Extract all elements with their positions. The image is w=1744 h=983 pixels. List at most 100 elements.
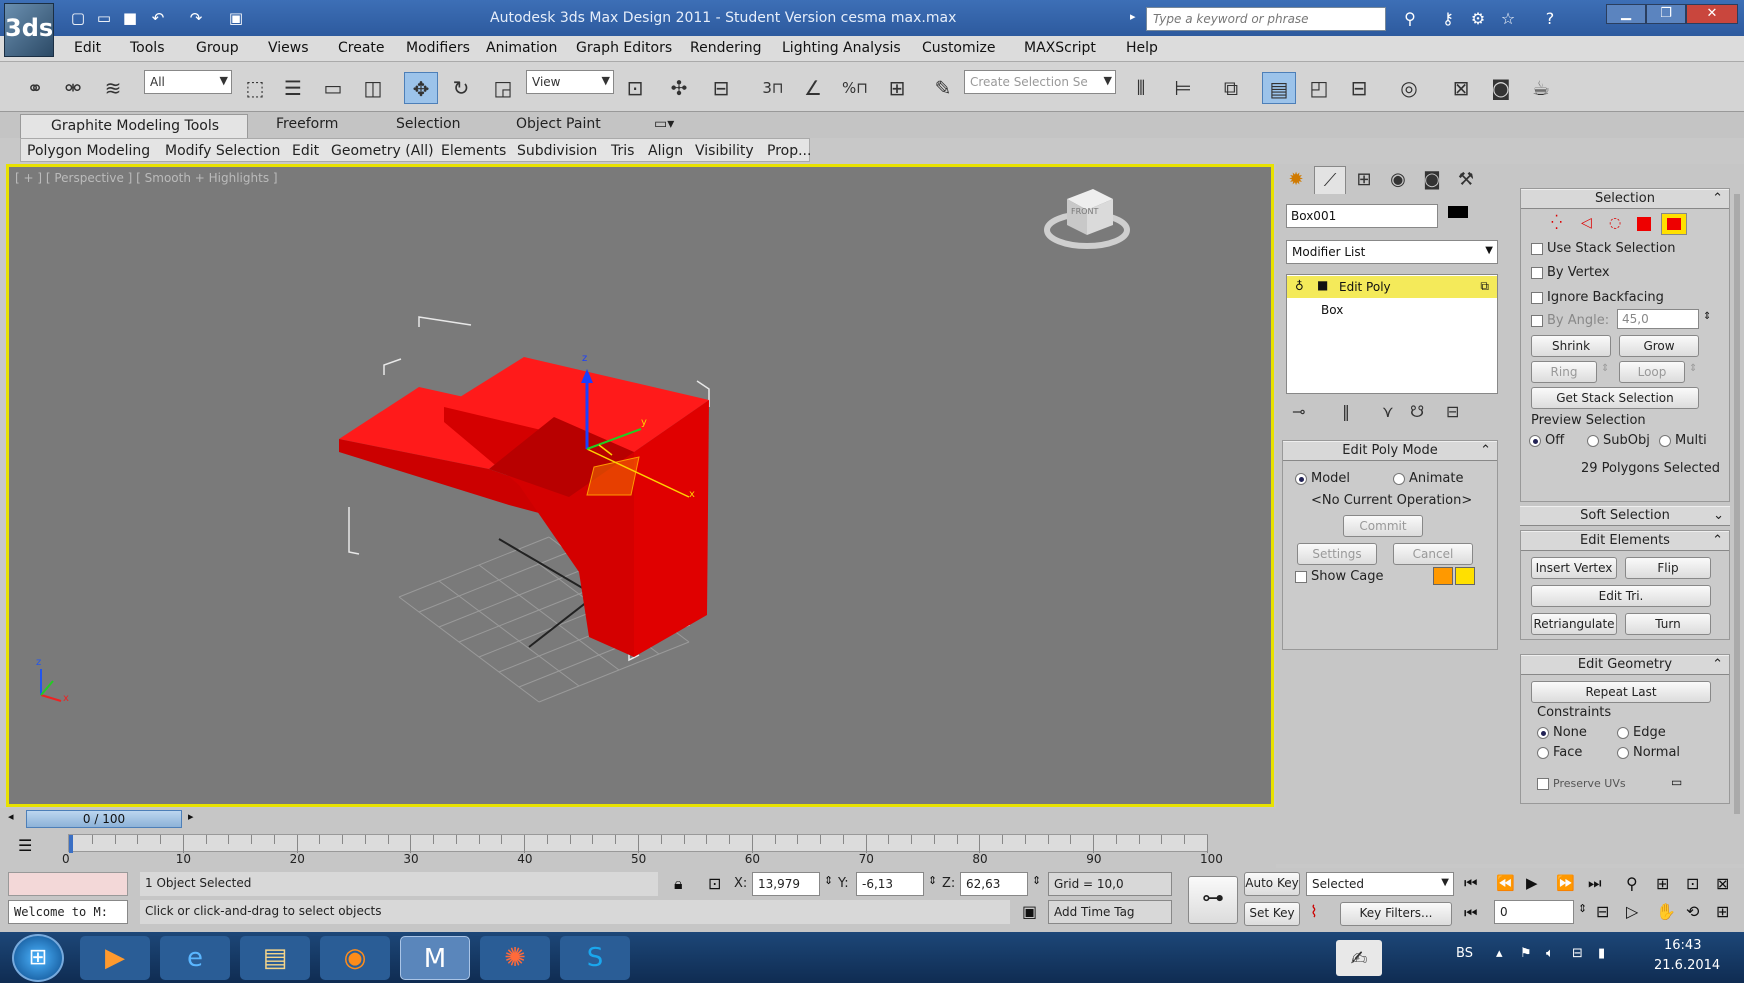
constraint-none-radio[interactable]: None xyxy=(1537,725,1587,740)
time-slider-right-arrow[interactable]: ▸ xyxy=(188,810,194,823)
loop-spinner-icon[interactable]: ⇕ xyxy=(1689,363,1697,374)
menu-views[interactable]: Views xyxy=(268,40,309,56)
key-mode-dropdown[interactable]: Selected ▼ xyxy=(1306,872,1454,896)
undo-icon[interactable]: ↶ xyxy=(146,7,170,29)
material-editor-icon[interactable]: ◎ xyxy=(1392,72,1426,104)
tab-graphite-modeling-tools[interactable]: Graphite Modeling Tools xyxy=(20,114,248,138)
project-folder-icon[interactable]: ▣ xyxy=(224,7,248,29)
polygon-level-icon[interactable] xyxy=(1637,217,1651,231)
panel-subdivision[interactable]: Subdivision xyxy=(517,143,597,159)
menu-graph-editors[interactable]: Graph Editors xyxy=(576,40,672,56)
panel-visibility[interactable]: Visibility xyxy=(695,143,754,159)
current-frame-marker[interactable] xyxy=(69,835,73,853)
auto-key-button[interactable]: Auto Key xyxy=(1244,872,1300,896)
menu-tools[interactable]: Tools xyxy=(130,40,165,56)
firefox-icon[interactable]: ◉ xyxy=(320,936,390,980)
flip-button[interactable]: Flip xyxy=(1625,557,1711,579)
network-icon[interactable]: ⊟ xyxy=(1572,946,1583,961)
restore-button[interactable]: ❐ xyxy=(1646,4,1686,24)
align-icon[interactable]: ⊨ xyxy=(1166,72,1200,104)
action-center-flag-icon[interactable]: ⚑ xyxy=(1520,946,1532,961)
commit-button[interactable]: Commit xyxy=(1343,515,1423,537)
preserve-uvs-settings-icon[interactable]: ▭ xyxy=(1671,775,1682,789)
rendered-frame-icon[interactable]: ◙ xyxy=(1484,72,1518,104)
viewcube-face-label[interactable]: FRONT xyxy=(1071,207,1098,216)
exchange-icon[interactable]: ⚙ xyxy=(1466,7,1490,31)
configure-sets-icon[interactable]: ⊟ xyxy=(1446,402,1459,421)
curve-editor-icon[interactable]: ◰ xyxy=(1302,72,1336,104)
cancel-button[interactable]: Cancel xyxy=(1393,543,1473,565)
maximize-viewport-icon[interactable]: ⊞ xyxy=(1716,902,1729,921)
menu-animation[interactable]: Animation xyxy=(486,40,557,56)
edit-tri-button[interactable]: Edit Tri. xyxy=(1531,585,1711,607)
volume-icon[interactable]: 🔈︎ xyxy=(1546,946,1554,961)
goto-start-icon[interactable]: ⏮ xyxy=(1464,874,1478,892)
hierarchy-panel-icon[interactable]: ⊞ xyxy=(1348,166,1380,194)
tray-arrow-icon[interactable]: ▴ xyxy=(1496,946,1503,961)
by-vertex-checkbox[interactable]: By Vertex xyxy=(1531,265,1610,280)
previous-frame-icon[interactable]: ⏪ xyxy=(1496,874,1515,892)
schematic-view-icon[interactable]: ⊟ xyxy=(1342,72,1376,104)
menu-lighting-analysis[interactable]: Lighting Analysis xyxy=(782,40,901,56)
open-file-icon[interactable]: ▭ xyxy=(92,7,116,29)
render-setup-icon[interactable]: ⊠ xyxy=(1444,72,1478,104)
keyboard-shortcut-toggle-icon[interactable]: ⊟ xyxy=(704,72,738,104)
rollout-header-soft-selection[interactable]: Soft Selection ⌄ xyxy=(1520,506,1730,526)
add-time-tag[interactable]: Add Time Tag xyxy=(1048,900,1172,924)
grow-button[interactable]: Grow xyxy=(1619,335,1699,357)
preview-multi-radio[interactable]: Multi xyxy=(1659,433,1707,448)
zoom-extents-all-icon[interactable]: ⊠ xyxy=(1716,874,1729,893)
clock-date[interactable]: 21.6.2014 xyxy=(1654,958,1720,973)
x-spinner-icon[interactable]: ⇕ xyxy=(824,874,833,887)
percent-snap-icon[interactable]: %⊓ xyxy=(838,72,872,104)
pan-icon[interactable]: ✋ xyxy=(1656,902,1676,921)
get-stack-selection-button[interactable]: Get Stack Selection xyxy=(1531,387,1699,409)
link-icon[interactable]: ⚭ xyxy=(18,72,52,104)
maxscript-listener[interactable]: Welcome to M: xyxy=(8,900,128,924)
key-mode-toggle-icon[interactable]: ⏮ xyxy=(1464,904,1478,922)
create-panel-icon[interactable]: ✹ xyxy=(1280,166,1312,194)
y-coordinate-field[interactable]: -6,13 xyxy=(856,872,924,896)
media-player-icon[interactable]: ▶ xyxy=(80,936,150,980)
constraint-face-radio[interactable]: Face xyxy=(1537,745,1582,760)
object-name-field[interactable]: Box001 xyxy=(1286,204,1438,228)
set-key-button[interactable]: Set Key xyxy=(1244,902,1300,926)
pen-input-icon[interactable]: ✍ xyxy=(1336,940,1382,976)
binoculars-icon[interactable]: ⚲ xyxy=(1398,7,1422,31)
panel-geometry-all[interactable]: Geometry (All) xyxy=(331,143,434,159)
key-icon[interactable]: ⚷ xyxy=(1436,7,1460,31)
menu-maxscript[interactable]: MAXScript xyxy=(1024,40,1096,56)
spinner-snap-icon[interactable]: ⊞ xyxy=(880,72,914,104)
angle-snap-icon[interactable]: ∠ xyxy=(796,72,830,104)
loop-button[interactable]: Loop xyxy=(1619,361,1685,383)
play-icon[interactable]: ▶ xyxy=(1526,874,1538,892)
y-spinner-icon[interactable]: ⇕ xyxy=(928,874,937,887)
keyword-search-input[interactable]: Type a keyword or phrase xyxy=(1146,7,1386,31)
time-tag-icon[interactable]: ▣ xyxy=(1022,902,1037,921)
new-file-icon[interactable]: ▢ xyxy=(66,7,90,29)
app-logo[interactable]: 3ds xyxy=(4,3,54,57)
redo-icon[interactable]: ↷ xyxy=(184,7,208,29)
close-button[interactable]: ✕ xyxy=(1686,4,1738,24)
animate-radio[interactable]: Animate xyxy=(1393,471,1463,486)
key-tangent-icon[interactable]: ⌇ xyxy=(1310,902,1318,921)
motion-panel-icon[interactable]: ◉ xyxy=(1382,166,1414,194)
x-coordinate-field[interactable]: 13,979 xyxy=(752,872,820,896)
panel-edit[interactable]: Edit xyxy=(292,143,319,159)
rectangle-selection-icon[interactable]: ▭ xyxy=(316,72,350,104)
expand-icon[interactable]: ■ xyxy=(1317,278,1328,292)
make-unique-icon[interactable]: ⋎ xyxy=(1382,402,1394,421)
show-cage-checkbox[interactable]: Show Cage xyxy=(1295,569,1384,584)
favorites-star-icon[interactable]: ☆ xyxy=(1496,7,1520,31)
stack-item-box[interactable]: Box xyxy=(1287,299,1497,321)
unlink-icon[interactable]: ⚮ xyxy=(56,72,90,104)
display-panel-icon[interactable]: ◙ xyxy=(1416,166,1448,194)
layer-manager-icon[interactable]: ⧉ xyxy=(1214,72,1248,104)
perspective-viewport[interactable]: [ + ] [ Perspective ] [ Smooth + Highlig… xyxy=(6,164,1274,807)
pin-stack-icon[interactable]: ⊸ xyxy=(1292,402,1305,421)
repeat-last-button[interactable]: Repeat Last xyxy=(1531,681,1711,703)
z-coordinate-field[interactable]: 62,63 xyxy=(960,872,1028,896)
lock-selection-icon[interactable]: 🔒︎ xyxy=(674,874,683,894)
menu-create[interactable]: Create xyxy=(338,40,385,56)
tab-selection[interactable]: Selection xyxy=(396,116,461,132)
